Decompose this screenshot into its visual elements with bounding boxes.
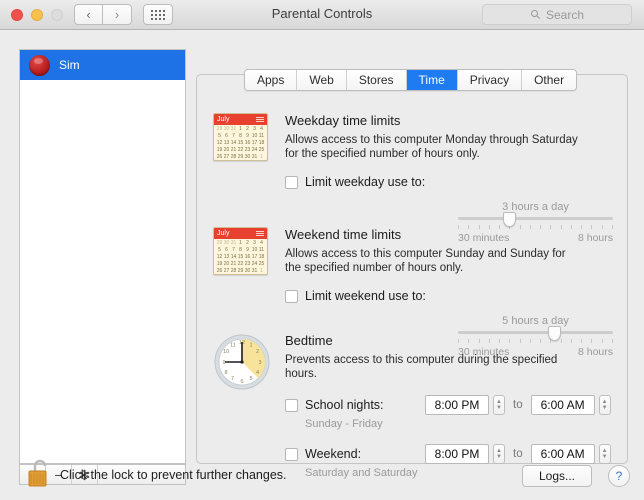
svg-text:5: 5 [249,376,252,382]
time-settings-panel: July 29 30 31 1 2 3 4 5 6 7 8 9 10 11 12 13 14 15 16 17 18… [196,74,628,479]
search-placeholder: Search [545,7,585,22]
weekday-calendar-icon-wrap: July 29 30 31 1 2 3 4 5 6 7 8 9 10 11 12 13 14 15 16 17 18… [213,113,268,161]
school-nights-to-label: to [513,399,523,411]
calendar-grid: 29 30 31 1 2 3 4 5 6 7 8 9 10 11 12 13 14 15 16 17 18 19 20… [216,126,265,160]
school-nights-end-time[interactable]: 6:00 AM [530,395,595,415]
tab-stores[interactable]: Stores [346,70,407,90]
lock-message: Click the lock to prevent further change… [60,468,287,482]
svg-text:8: 8 [224,370,227,376]
svg-text:3: 3 [258,360,261,366]
limit-weekday-label: Limit weekday use to: [305,175,426,189]
svg-text:4: 4 [256,370,259,376]
footer: Click the lock to prevent further change… [0,454,644,500]
svg-text:9: 9 [222,360,225,366]
user-name-label: Sim [59,58,80,72]
school-nights-checkbox[interactable] [285,398,298,412]
help-button[interactable]: ? [608,465,630,487]
tab-privacy[interactable]: Privacy [457,70,523,90]
limit-weekday-checkbox[interactable] [285,175,298,189]
school-nights-row: School nights: 8:00 PM ▲ ▼ to 6:00 AM ▲ ▼ [285,395,613,415]
logs-button[interactable]: Logs... [522,465,592,487]
calendar-grid: 29 30 31 1 2 3 4 5 6 7 8 9 10 11 12 13 14 15 16 17 18 19 20… [216,240,265,274]
weekend-title: Weekend time limits [285,227,402,242]
limit-weekend-row: Limit weekend use to: [285,289,613,303]
user-list: Sim [19,49,186,464]
tab-bar: Apps Web Stores Time Privacy Other [244,69,578,91]
school-nights-label: School nights: [305,398,384,412]
calendar-month-label: July [214,228,267,239]
window-body: Sim + − ✻ Apps Web Stores Time Privacy O… [0,30,644,500]
bedtime-title: Bedtime [285,333,333,348]
tab-time[interactable]: Time [406,70,458,90]
weekend-description: Allows access to this computer Sunday an… [285,248,566,274]
weekday-slider-value: 3 hours a day [502,201,569,213]
svg-text:6: 6 [240,379,243,385]
tab-other[interactable]: Other [522,70,577,90]
svg-text:10: 10 [223,349,229,355]
weekday-title: Weekday time limits [285,113,401,128]
lock-button[interactable] [26,458,52,495]
sidebar-item-user[interactable]: Sim [20,50,185,80]
calendar-icon: July 29 30 31 1 2 3 4 5 6 7 8 9 10 11 12 13 14 15 16 17 18… [213,113,268,161]
search-icon [530,9,540,19]
tab-apps[interactable]: Apps [245,70,298,90]
svg-text:7: 7 [231,376,234,382]
avatar [29,54,50,76]
bedtime-clock-icon-wrap: 12 1 2 3 4 5 6 7 8 9 10 [213,333,271,391]
school-nights-start-stepper[interactable]: ▲ ▼ [493,395,505,415]
calendar-month-label: July [214,114,267,125]
bedtime-description: Prevents access to this computer during … [285,354,558,380]
school-nights-start-time[interactable]: 8:00 PM [425,395,489,415]
search-field[interactable]: Search [482,4,632,25]
limit-weekend-label: Limit weekend use to: [305,289,426,303]
school-nights-left: School nights: [285,398,425,412]
weekend-slider-value: 5 hours a day [502,315,569,327]
weekend-body: Weekend time limits Allows access to thi… [285,227,613,358]
chevron-down-icon: ▼ [496,405,502,411]
weekday-body: Weekday time limits Allows access to thi… [285,113,613,244]
chevron-down-icon: ▼ [601,405,608,411]
limit-weekend-checkbox[interactable] [285,289,298,303]
unlocked-padlock-icon [28,459,47,487]
svg-text:1: 1 [249,343,252,349]
limit-weekday-row: Limit weekday use to: [285,175,613,189]
weekday-slider-track[interactable] [458,212,613,227]
calendar-icon: July 29 30 31 1 2 3 4 5 6 7 8 9 10 11 12 13 14 15 16 17 18… [213,227,268,275]
school-nights-end-stepper[interactable]: ▲ ▼ [598,395,611,415]
title-bar: ‹ › Parental Controls Search [0,0,644,30]
svg-text:2: 2 [256,349,259,355]
school-nights-sublabel: Sunday - Friday [305,418,383,430]
svg-text:11: 11 [230,343,236,349]
clock-icon: 12 1 2 3 4 5 6 7 8 9 10 [213,333,271,391]
parental-controls-window: ‹ › Parental Controls Search Sim − ✻ App… [0,0,644,500]
weekday-description: Allows access to this computer Monday th… [285,134,578,160]
tab-web[interactable]: Web [297,70,347,90]
weekend-calendar-icon-wrap: July 29 30 31 1 2 3 4 5 6 7 8 9 10 11 12 13 14 15 16 17 18… [213,227,268,275]
